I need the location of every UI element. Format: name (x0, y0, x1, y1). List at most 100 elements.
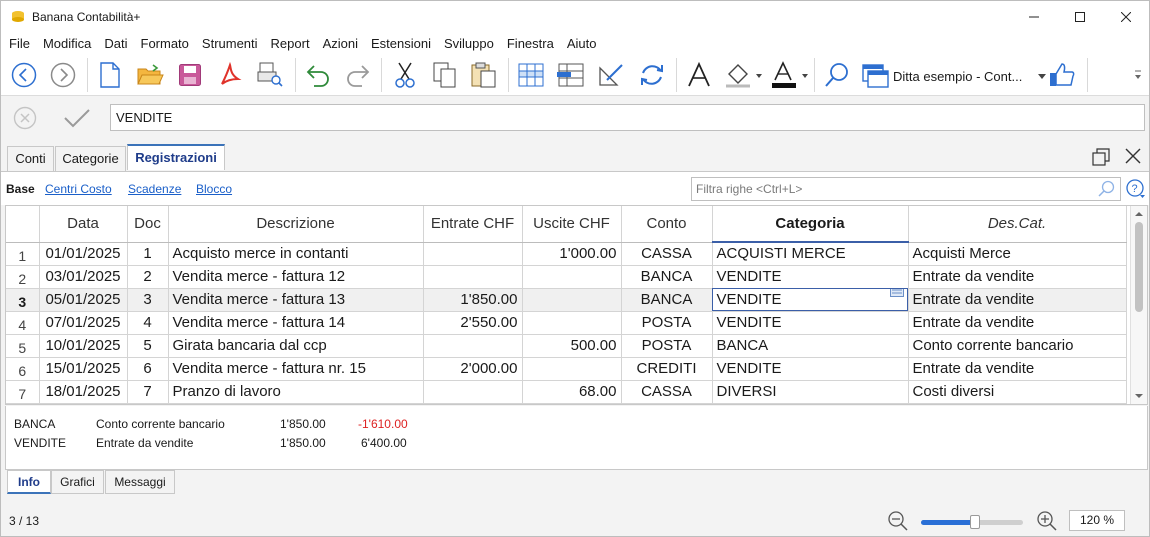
cell-editor-input[interactable]: VENDITE (110, 104, 1145, 131)
vertical-scrollbar[interactable] (1130, 206, 1147, 404)
zoom-slider[interactable] (921, 515, 1023, 529)
cell-categoria[interactable]: BANCA (712, 334, 909, 358)
view-blocco[interactable]: Blocco (196, 182, 232, 196)
cell-conto[interactable]: POSTA (621, 334, 713, 358)
cell-uscite[interactable]: 68.00 (522, 380, 622, 404)
toolbar-overflow-button[interactable] (1131, 60, 1145, 90)
cell-entrate[interactable] (423, 265, 523, 289)
scrollbar-thumb[interactable] (1135, 222, 1143, 312)
cell-descrizione[interactable]: Pranzo di lavoro (168, 380, 424, 404)
cell-doc[interactable]: 4 (127, 311, 169, 335)
maximize-button[interactable] (1057, 1, 1103, 32)
cut-button[interactable] (390, 60, 420, 90)
cell-conto[interactable]: BANCA (621, 288, 713, 312)
cell-descrizione[interactable]: Vendita merce - fattura nr. 15 (168, 357, 424, 381)
menu-estensioni[interactable]: Estensioni (369, 36, 433, 51)
row-number[interactable]: 7 (6, 380, 40, 404)
filter-rows-input[interactable]: Filtra righe <Ctrl+L> (691, 177, 1121, 201)
column-header-entrate[interactable]: Entrate CHF (423, 206, 523, 243)
column-header-doc[interactable]: Doc (127, 206, 169, 243)
paste-button[interactable] (469, 60, 499, 90)
menu-sviluppo[interactable]: Sviluppo (442, 36, 496, 51)
row-number[interactable]: 6 (6, 357, 40, 381)
undo-button[interactable] (303, 60, 333, 90)
restore-view-button[interactable] (1092, 148, 1110, 169)
delete-rows-button[interactable] (556, 60, 586, 90)
zoom-out-button[interactable] (887, 510, 909, 535)
fill-color-button[interactable] (723, 60, 765, 90)
cell-doc[interactable]: 5 (127, 334, 169, 358)
cell-doc[interactable]: 6 (127, 357, 169, 381)
new-file-button[interactable] (95, 60, 125, 90)
column-header-data[interactable]: Data (39, 206, 128, 243)
cell-conto[interactable]: BANCA (621, 265, 713, 289)
print-preview-button[interactable] (255, 60, 285, 90)
column-header-conto[interactable]: Conto (621, 206, 713, 243)
cell-entrate[interactable]: 2'550.00 (423, 311, 523, 335)
cell-conto[interactable]: CASSA (621, 242, 713, 266)
tab-grafici[interactable]: Grafici (51, 470, 104, 494)
cell-data[interactable]: 15/01/2025 (39, 357, 128, 381)
cell-data[interactable]: 18/01/2025 (39, 380, 128, 404)
cell-descat[interactable]: Entrate da vendite (908, 357, 1127, 381)
cell-descrizione[interactable]: Acquisto merce in contanti (168, 242, 424, 266)
column-header-descat[interactable]: Des.Cat. (908, 206, 1127, 243)
cell-descat[interactable]: Entrate da vendite (908, 288, 1127, 312)
cell-entrate[interactable] (423, 334, 523, 358)
zoom-slider-thumb[interactable] (970, 515, 981, 529)
cell-descat[interactable]: Acquisti Merce (908, 242, 1127, 266)
table-row[interactable]: 3 05/01/2025 3 Vendita merce - fattura 13 1'… (6, 288, 1127, 312)
tab-messaggi[interactable]: Messaggi (105, 470, 175, 494)
minimize-button[interactable] (1011, 1, 1057, 32)
row-number[interactable]: 5 (6, 334, 40, 358)
cell-data[interactable]: 07/01/2025 (39, 311, 128, 335)
cell-uscite[interactable]: 500.00 (522, 334, 622, 358)
cell-data[interactable]: 05/01/2025 (39, 288, 128, 312)
cell-conto[interactable]: CREDITI (621, 357, 713, 381)
zoom-level[interactable]: 120 % (1069, 510, 1125, 531)
cell-data[interactable]: 01/01/2025 (39, 242, 128, 266)
save-button[interactable] (175, 60, 205, 90)
cell-doc[interactable]: 1 (127, 242, 169, 266)
search-button[interactable] (822, 60, 852, 90)
table-row[interactable]: 7 18/01/2025 7 Pranzo di lavoro 68.00 CASSA DI… (6, 380, 1127, 404)
column-header-categoria[interactable]: Categoria (712, 206, 909, 243)
cell-descat[interactable]: Costi diversi (908, 380, 1127, 404)
table-row[interactable]: 4 07/01/2025 4 Vendita merce - fattura 14 2'… (6, 311, 1127, 335)
help-button[interactable]: ? (1126, 179, 1146, 202)
cell-descrizione[interactable]: Vendita merce - fattura 14 (168, 311, 424, 335)
cell-uscite[interactable] (522, 311, 622, 335)
view-scadenze[interactable]: Scadenze (128, 182, 181, 196)
cell-uscite[interactable] (522, 265, 622, 289)
cell-descat[interactable]: Entrate da vendite (908, 311, 1127, 335)
menu-file[interactable]: File (7, 36, 32, 51)
menu-dati[interactable]: Dati (102, 36, 129, 51)
cell-categoria[interactable]: VENDITE (712, 265, 909, 289)
table-row[interactable]: 1 01/01/2025 1 Acquisto merce in contanti 1'… (6, 242, 1127, 266)
recalculate-button[interactable] (637, 60, 667, 90)
cell-descat[interactable]: Entrate da vendite (908, 265, 1127, 289)
column-header-uscite[interactable]: Uscite CHF (522, 206, 622, 243)
close-table-button[interactable] (1125, 148, 1141, 167)
table-row[interactable]: 6 15/01/2025 6 Vendita merce - fattura nr. … (6, 357, 1127, 381)
tab-categorie[interactable]: Categorie (55, 146, 126, 171)
zoom-in-button[interactable] (1036, 510, 1058, 535)
cell-data[interactable]: 10/01/2025 (39, 334, 128, 358)
cell-categoria[interactable]: VENDITE (712, 357, 909, 381)
cell-conto[interactable]: CASSA (621, 380, 713, 404)
cell-data[interactable]: 03/01/2025 (39, 265, 128, 289)
cell-descrizione[interactable]: Girata bancaria dal ccp (168, 334, 424, 358)
cell-descat[interactable]: Conto corrente bancario (908, 334, 1127, 358)
cell-categoria[interactable]: ACQUISTI MERCE (712, 242, 909, 266)
cell-conto[interactable]: POSTA (621, 311, 713, 335)
text-color-button[interactable] (769, 60, 811, 90)
menu-formato[interactable]: Formato (139, 36, 191, 51)
cell-categoria[interactable]: DIVERSI (712, 380, 909, 404)
row-tools-button[interactable] (596, 60, 626, 90)
cell-uscite[interactable] (522, 288, 622, 312)
cell-categoria[interactable]: VENDITE (712, 311, 909, 335)
font-button[interactable] (684, 60, 714, 90)
open-file-button[interactable] (135, 60, 165, 90)
menu-azioni[interactable]: Azioni (321, 36, 360, 51)
table-row[interactable]: 5 10/01/2025 5 Girata bancaria dal ccp 500.0… (6, 334, 1127, 358)
